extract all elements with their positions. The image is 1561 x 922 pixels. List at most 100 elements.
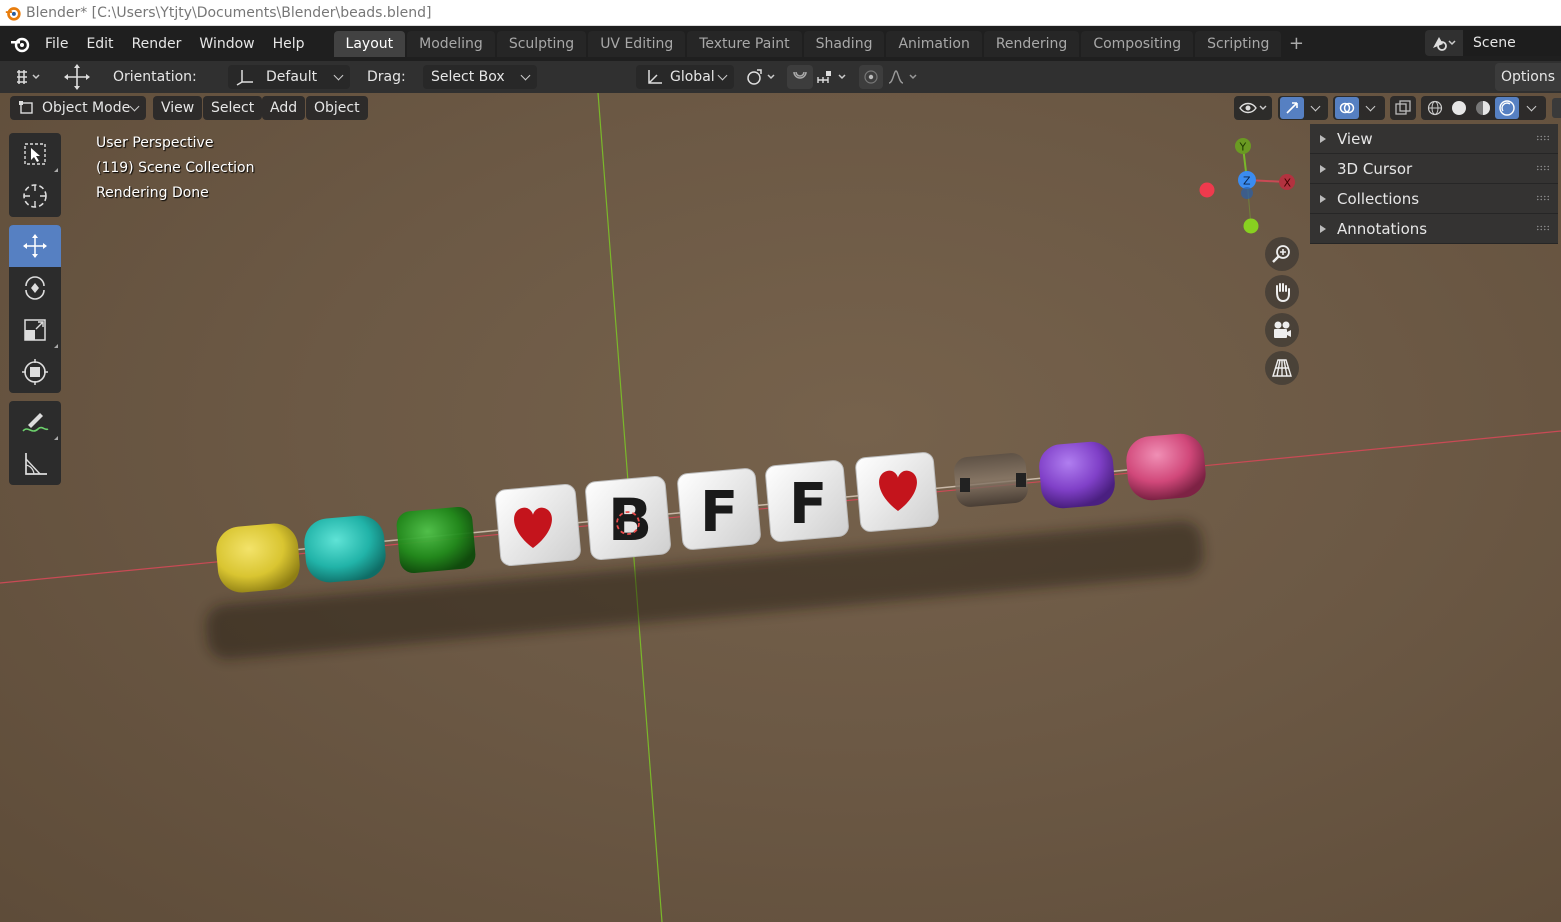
tab-compositing[interactable]: Compositing: [1081, 30, 1194, 57]
drag-grip-icon[interactable]: [1536, 165, 1550, 171]
bead-green-glass[interactable]: [395, 506, 476, 574]
select-box-tool-icon[interactable]: [9, 133, 61, 175]
pivot-point-icon[interactable]: [742, 65, 782, 89]
tab-texture-paint[interactable]: Texture Paint: [687, 30, 802, 57]
scene-icon[interactable]: [1425, 30, 1463, 56]
tab-layout[interactable]: Layout: [333, 30, 406, 57]
overlays-toggle-icon[interactable]: [1333, 96, 1385, 120]
tab-sculpting[interactable]: Sculpting: [496, 30, 587, 57]
tool-group-annotate: [9, 401, 61, 485]
sidebar-item-label: View: [1337, 129, 1373, 148]
pan-hand-icon[interactable]: [1265, 275, 1299, 309]
perspective-toggle-icon[interactable]: [1265, 351, 1299, 385]
bead-letter-b-cube[interactable]: B: [585, 475, 671, 561]
transform-pivot-icon[interactable]: [10, 65, 48, 89]
bead-heart-cube[interactable]: [495, 483, 581, 567]
object-mode-dropdown[interactable]: Object Mode: [10, 96, 146, 120]
scale-tool-icon[interactable]: [9, 309, 61, 351]
falloff-curve-icon[interactable]: [885, 65, 923, 89]
bead-pink[interactable]: [1124, 432, 1207, 503]
3d-viewport[interactable]: B F F Object Mode View Select Add Object…: [0, 93, 1561, 922]
scene-name-field[interactable]: Scene: [1463, 30, 1561, 56]
viewport-collection-text: (119) Scene Collection: [96, 160, 255, 176]
tab-uv-editing[interactable]: UV Editing: [588, 30, 686, 57]
menu-file[interactable]: File: [36, 31, 77, 57]
drag-dropdown[interactable]: Select Box: [423, 65, 537, 89]
bead-yellow[interactable]: [214, 522, 301, 595]
chevron-down-icon: [1365, 101, 1376, 111]
add-workspace-button[interactable]: +: [1283, 31, 1309, 57]
solid-shading-icon[interactable]: [1447, 97, 1471, 119]
visibility-eye-icon[interactable]: [1234, 96, 1272, 120]
xray-toggle-icon[interactable]: [1390, 96, 1416, 120]
sidebar-item-3d-cursor[interactable]: 3D Cursor: [1310, 154, 1558, 184]
viewport-perspective-text: User Perspective: [96, 135, 214, 151]
window-titlebar: Blender* [C:\Users\Ytjty\Documents\Blend…: [0, 0, 1561, 26]
object-mode-icon: [19, 101, 33, 114]
blender-menu-icon[interactable]: [6, 31, 36, 57]
expand-triangle-icon: [1320, 194, 1326, 203]
bead-teal[interactable]: [302, 514, 387, 585]
drag-grip-icon[interactable]: [1536, 195, 1550, 201]
bead-letter-f-1: F: [700, 480, 738, 545]
menu-render[interactable]: Render: [123, 31, 191, 57]
drag-grip-icon[interactable]: [1536, 225, 1550, 231]
tool-group-select: [9, 133, 61, 217]
wireframe-shading-icon[interactable]: [1423, 97, 1447, 119]
tab-scripting[interactable]: Scripting: [1195, 30, 1282, 57]
bead-purple[interactable]: [1037, 440, 1116, 510]
viewport-menu-object[interactable]: Object: [306, 96, 368, 120]
bead-clear-glass[interactable]: [953, 452, 1029, 508]
material-shading-icon[interactable]: [1471, 97, 1495, 119]
object-mode-label: Object Mode: [42, 100, 131, 116]
chevron-down-icon: [1526, 101, 1537, 111]
bead-letter-f-cube-1[interactable]: F: [677, 468, 761, 551]
navigation-gizmo[interactable]: Y X Z: [1190, 133, 1310, 243]
tab-animation[interactable]: Animation: [886, 30, 982, 57]
proportional-edit-icon[interactable]: [859, 65, 883, 89]
options-button[interactable]: Options: [1495, 63, 1561, 91]
move-arrows-icon[interactable]: [60, 64, 94, 90]
snap-magnet-icon[interactable]: [787, 65, 813, 89]
transform-orientation-dropdown[interactable]: Global: [636, 65, 734, 89]
drag-grip-icon[interactable]: [1536, 135, 1550, 141]
viewport-menu-add[interactable]: Add: [262, 96, 306, 120]
zoom-icon[interactable]: [1265, 237, 1299, 271]
move-tool-icon[interactable]: [9, 225, 61, 267]
menu-window[interactable]: Window: [190, 31, 263, 57]
bead-heart-cube-2[interactable]: [855, 452, 939, 533]
orientation-dropdown[interactable]: Default: [228, 65, 350, 89]
chevron-down-icon: [333, 70, 344, 80]
sidebar-item-collections[interactable]: Collections: [1310, 184, 1558, 214]
expand-triangle-icon: [1320, 134, 1326, 143]
tab-modeling[interactable]: Modeling: [407, 30, 495, 57]
bead-letter-f-cube-2[interactable]: F: [765, 460, 849, 543]
menu-edit[interactable]: Edit: [77, 31, 122, 57]
transform-tool-icon[interactable]: [9, 351, 61, 393]
tab-shading[interactable]: Shading: [803, 30, 885, 57]
rendered-shading-icon[interactable]: [1495, 97, 1519, 119]
camera-view-icon[interactable]: [1265, 313, 1299, 347]
sidebar-toggle-handle[interactable]: [1552, 98, 1561, 118]
workspace-tabs: Layout Modeling Sculpting UV Editing Tex…: [333, 30, 1310, 57]
viewport-menu-select[interactable]: Select: [203, 96, 263, 120]
snap-target-icon[interactable]: [814, 65, 852, 89]
sidebar-item-label: Annotations: [1337, 219, 1428, 238]
sidebar-item-view[interactable]: View: [1310, 124, 1558, 154]
annotate-tool-icon[interactable]: [9, 401, 61, 443]
menu-help[interactable]: Help: [264, 31, 314, 57]
chevron-down-icon: [129, 101, 140, 111]
drag-value: Select Box: [431, 69, 505, 85]
drag-label: Drag:: [367, 69, 406, 85]
viewport-menu-view[interactable]: View: [153, 96, 203, 120]
gizmo-neg-y-axis[interactable]: [1243, 218, 1259, 234]
tab-rendering[interactable]: Rendering: [983, 30, 1080, 57]
cursor-tool-icon[interactable]: [9, 175, 61, 217]
rotate-tool-icon[interactable]: [9, 267, 61, 309]
top-bar: File Edit Render Window Help Layout Mode…: [0, 26, 1561, 61]
gizmo-toggle-icon[interactable]: [1278, 96, 1328, 120]
transform-orientation-value: Global: [670, 69, 715, 85]
sidebar-item-annotations[interactable]: Annotations: [1310, 214, 1558, 244]
measure-tool-icon[interactable]: [9, 443, 61, 485]
gizmo-neg-x-axis[interactable]: [1199, 182, 1215, 198]
